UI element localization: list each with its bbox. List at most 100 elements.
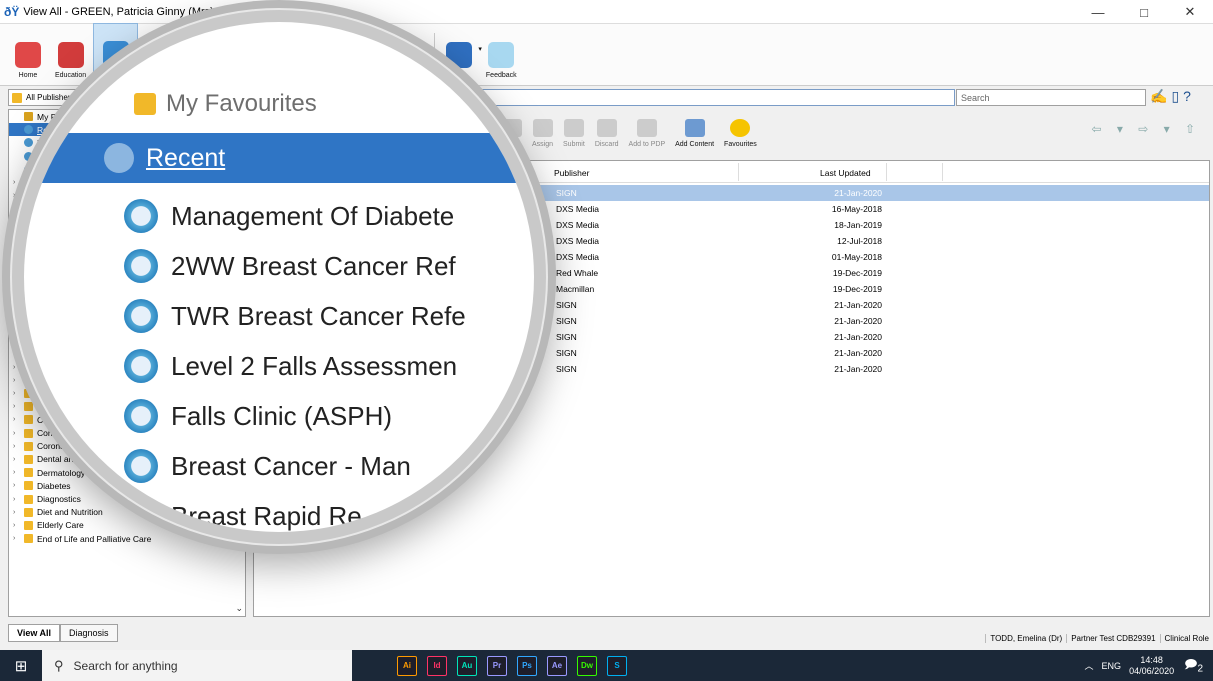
cell-updated: 21-Jan-2020	[834, 300, 882, 310]
folder-icon	[24, 468, 33, 478]
tray-chevron-icon[interactable]: ︿	[1085, 659, 1094, 672]
expand-chevron-icon[interactable]: ›	[13, 364, 22, 371]
cell-publisher: SIGN	[556, 364, 577, 374]
cell-updated: 21-Jan-2020	[834, 364, 882, 374]
lens-recent[interactable]: Recent	[24, 133, 534, 183]
tree-item[interactable]: › End of Life and Palliative Care	[9, 532, 245, 545]
status-bar: TODD, Emelina (Dr) Partner Test CDB29391…	[253, 630, 1213, 646]
clock[interactable]: 14:48 04/06/2020	[1129, 655, 1174, 677]
expand-chevron-icon[interactable]: ›	[13, 285, 22, 292]
lens-list-item[interactable]: 2WW Breast Cancer Ref	[124, 244, 456, 288]
dropdown-caret-icon[interactable]: ▾	[429, 45, 433, 53]
help-icons[interactable]: ✍▯?	[1150, 88, 1195, 105]
toolbar-button-favourites[interactable]: Favourites	[719, 119, 762, 153]
lens-favourites[interactable]: My Favourites	[134, 90, 317, 118]
document-icon[interactable]: ▯	[1171, 88, 1183, 104]
lens-item-label: Management Of Diabete	[171, 200, 455, 231]
folder-icon	[24, 441, 33, 451]
expand-chevron-icon[interactable]: ›	[13, 245, 22, 252]
ribbon-button-home[interactable]: Home	[8, 23, 48, 85]
expand-chevron-icon[interactable]: ›	[13, 337, 22, 344]
expand-chevron-icon[interactable]: ›	[13, 232, 22, 239]
lens-item-label: 2WW Breast Cancer Ref	[171, 250, 456, 281]
lens-list-item[interactable]: Falls Clinic (ASPH)	[124, 394, 392, 438]
navigation-arrows[interactable]: ⇦ ▾ ⇨ ▾ ⇧	[1091, 122, 1201, 136]
expand-chevron-icon[interactable]: ›	[13, 219, 22, 226]
lens-list-item[interactable]: TWR Breast Cancer Refe	[124, 294, 466, 338]
expand-chevron-icon[interactable]: ›	[13, 179, 22, 186]
tree-item-label: Diet and Nutrition	[37, 507, 103, 518]
expand-chevron-icon[interactable]: ›	[13, 298, 22, 305]
windows-taskbar: ⊞ ⚲ Search for anything Ai Id Au Pr Ps Ae Dw S …	[0, 650, 1213, 681]
folder-icon	[24, 507, 33, 517]
tree-item-label: Ca	[37, 388, 48, 399]
ribbon-button-feedback[interactable]: Feedback	[479, 23, 524, 85]
expand-chevron-icon[interactable]: ›	[13, 311, 22, 318]
language-indicator[interactable]: ENG	[1102, 661, 1122, 671]
expand-chevron-icon[interactable]: ›	[13, 377, 22, 384]
toolbar-button-discard[interactable]: Discard	[590, 119, 624, 153]
ribbon-button-help[interactable]: Help ▾	[439, 23, 482, 85]
expand-chevron-icon[interactable]: ›	[13, 535, 22, 542]
tree-item-label: Community	[37, 428, 80, 439]
lens-list-item[interactable]: Management Of Diabete	[124, 194, 454, 238]
notification-icon[interactable]: 🗩2	[1184, 655, 1203, 676]
taskbar-app-s-icon[interactable]: S	[607, 655, 627, 676]
expand-chevron-icon[interactable]: ›	[13, 482, 22, 489]
ribbon-button-label: Help	[451, 72, 467, 79]
expand-chevron-icon[interactable]: ›	[13, 205, 22, 212]
clock-time: 14:48	[1140, 654, 1163, 665]
expand-chevron-icon[interactable]: ›	[13, 258, 22, 265]
folder-icon	[24, 520, 33, 530]
close-button[interactable]: ✕	[1167, 0, 1213, 24]
taskbar-app-au-icon[interactable]: Au	[457, 655, 477, 676]
toolbar-button-add-content[interactable]: Add Content	[670, 119, 719, 153]
expand-chevron-icon[interactable]: ›	[13, 271, 22, 278]
expand-chevron-icon[interactable]: ›	[13, 509, 22, 516]
expand-chevron-icon[interactable]: ›	[13, 350, 22, 357]
expand-chevron-icon[interactable]: ›	[13, 469, 22, 476]
favourites-icon	[24, 112, 33, 122]
help-icon[interactable]: ?	[1183, 88, 1195, 104]
lens-list-item[interactable]: Level 2 Falls Assessmen	[124, 344, 457, 388]
taskbar-app-id-icon[interactable]: Id	[427, 655, 447, 676]
taskbar-search[interactable]: ⚲ Search for anything	[42, 650, 352, 681]
tab-view-all[interactable]: View All	[8, 624, 61, 642]
search-input[interactable]: Search	[956, 89, 1146, 106]
ribbon-button-education[interactable]: Education	[48, 23, 93, 85]
restore-button[interactable]: □	[1121, 0, 1167, 24]
lens-list-item[interactable]: Breast Rapid Re	[124, 494, 362, 532]
add-content-icon	[684, 119, 705, 137]
expand-chevron-icon[interactable]: ›	[13, 403, 22, 410]
cell-publisher: SIGN	[556, 332, 577, 342]
expand-chevron-icon[interactable]: ›	[13, 522, 22, 529]
column-publisher[interactable]: Publisher	[554, 168, 589, 178]
expand-chevron-icon[interactable]: ›	[13, 496, 22, 503]
expand-chevron-icon[interactable]: ›	[13, 443, 22, 450]
discard-icon	[596, 119, 617, 137]
expand-chevron-icon[interactable]: ›	[13, 456, 22, 463]
column-last-updated[interactable]: Last Updated	[820, 168, 871, 178]
cell-publisher: Macmillan	[556, 284, 595, 294]
toolbar-button-add-to-pdp[interactable]: Add to PDP	[624, 119, 671, 153]
pin-icon[interactable]: ✍	[1150, 88, 1171, 104]
expand-chevron-icon[interactable]: ›	[13, 416, 22, 423]
expand-chevron-icon[interactable]: ›	[13, 192, 22, 199]
minimize-button[interactable]: —	[1075, 0, 1121, 24]
taskbar-app-dw-icon[interactable]: Dw	[577, 655, 597, 676]
tab-diagnosis[interactable]: Diagnosis	[60, 624, 118, 642]
taskbar-app-ps-icon[interactable]: Ps	[517, 655, 537, 676]
expand-chevron-icon[interactable]: ›	[13, 430, 22, 437]
document-clock-icon	[124, 249, 158, 283]
taskbar-app-pr-icon[interactable]: Pr	[487, 655, 507, 676]
toolbar-button-submit[interactable]: Submit	[558, 119, 590, 153]
favourites-icon	[730, 119, 751, 137]
taskbar-app-ae-icon[interactable]: Ae	[547, 655, 567, 676]
windows-start-icon[interactable]: ⊞	[0, 650, 42, 681]
scroll-down-icon[interactable]: ⌄	[235, 603, 243, 614]
taskbar-app-ai-icon[interactable]: Ai	[397, 655, 417, 676]
lens-list-item[interactable]: Breast Cancer - Man	[124, 444, 411, 488]
expand-chevron-icon[interactable]: ›	[13, 390, 22, 397]
tree-item-label: Cardi	[37, 401, 58, 412]
expand-chevron-icon[interactable]: ›	[13, 324, 22, 331]
